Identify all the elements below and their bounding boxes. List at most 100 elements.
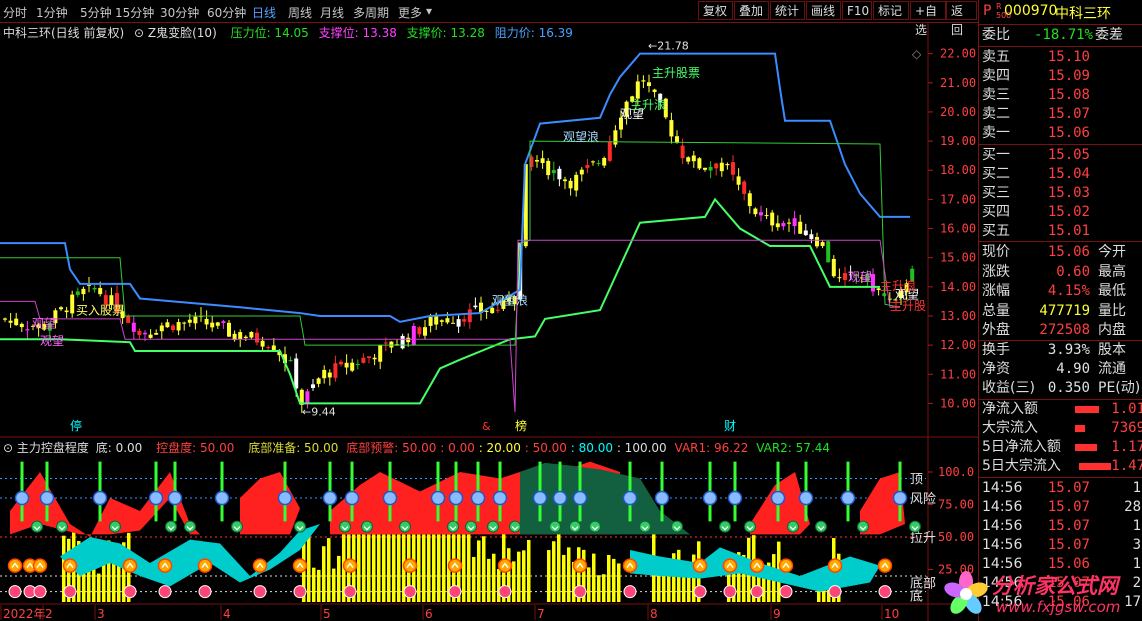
candle-body <box>215 322 220 326</box>
ask-row[interactable]: 卖三 15.08 <box>979 86 1142 105</box>
ask-row[interactable]: 卖二 15.07 <box>979 105 1142 124</box>
kline-chart[interactable]: 22.00 21.00 20.00 19.00 18.00 17.00 16.00 15.00… <box>0 22 978 621</box>
toolbar-button-1[interactable]: 叠加 <box>734 1 769 20</box>
risk-ball-icon <box>167 490 183 506</box>
signal-label: 观望浪 <box>492 292 528 307</box>
pull-ball-icon <box>909 520 921 533</box>
candle-body <box>557 168 562 180</box>
pull-ball-icon <box>589 520 601 533</box>
price-tick-label: 20.00 <box>940 105 976 119</box>
more-dropdown-icon[interactable]: ▾ <box>426 4 432 18</box>
period-tab-8[interactable]: 月线 <box>320 4 344 21</box>
bid-row[interactable]: 买一 15.05 <box>979 146 1142 165</box>
candle-body <box>613 130 618 145</box>
stat-row: 外盘 272508 内盘 <box>982 322 1126 338</box>
risk-ball-icon <box>92 490 108 506</box>
ask-row[interactable]: 卖五 15.10 <box>979 48 1142 67</box>
bottom-ball-icon <box>402 558 418 573</box>
period-tab-9[interactable]: 多周期 <box>353 4 389 21</box>
risk-ball-icon <box>277 490 293 506</box>
price-tick-label: 19.00 <box>940 134 976 148</box>
risk-ball-icon <box>148 490 164 506</box>
period-tab-7[interactable]: 周线 <box>288 4 312 21</box>
candle-body <box>182 322 187 324</box>
risk-ball-icon <box>727 490 743 506</box>
toolbar-button-2[interactable]: 统计 <box>770 1 805 20</box>
bid-row[interactable]: 买四 15.02 <box>979 203 1142 222</box>
price-tick-label: 18.00 <box>940 163 976 177</box>
candle-body <box>271 345 276 351</box>
toolbar-button-7[interactable]: 返回 <box>946 1 977 37</box>
ind-yellow-bar <box>372 534 376 602</box>
flow-row: 5日净流入额 1.17 <box>982 439 1142 455</box>
stat2-row: 净资 4.90 流通 <box>982 361 1126 377</box>
candle-body <box>747 193 752 207</box>
ind-yellow-bar <box>432 534 436 602</box>
period-tab-10[interactable]: 更多 <box>398 4 422 21</box>
toolbar-button-5[interactable]: 标记 <box>873 1 909 20</box>
ask-row[interactable]: 卖四 15.09 <box>979 67 1142 86</box>
candle-body <box>535 160 539 162</box>
period-tab-5[interactable]: 60分钟 <box>207 4 246 21</box>
ind-yellow-bar <box>617 563 621 602</box>
bid-row[interactable]: 买二 15.04 <box>979 165 1142 184</box>
low-ball-icon <box>573 585 587 599</box>
stat-row: 涨幅 4.15% 最低 <box>982 283 1126 299</box>
low-ball-icon <box>123 585 137 599</box>
candle-body <box>3 318 7 320</box>
ask-row[interactable]: 卖一 15.06 <box>979 124 1142 143</box>
signal-label: 主升浪 <box>630 97 666 112</box>
bid-row[interactable]: 买三 15.03 <box>979 184 1142 203</box>
period-tab-2[interactable]: 5分钟 <box>80 4 112 21</box>
period-tab-6[interactable]: 日线 <box>252 4 276 21</box>
bottom-ball-icon <box>7 558 23 573</box>
candle-body <box>339 361 343 365</box>
candle-body <box>126 315 131 323</box>
flow-bar <box>1075 425 1085 432</box>
site-watermark: 分析家公式网 www.fxjgsw.com <box>940 568 1140 620</box>
candle-body <box>327 372 332 378</box>
period-tab-4[interactable]: 30分钟 <box>160 4 199 21</box>
date-tick-label: 6 <box>425 607 433 621</box>
ind-yellow-bar <box>492 553 496 602</box>
period-tab-3[interactable]: 15分钟 <box>115 4 154 21</box>
bottom-ball-icon <box>722 558 738 573</box>
ind-yellow-bar <box>587 567 591 602</box>
ind-yellow-bar <box>312 567 316 602</box>
risk-ball-icon <box>14 490 30 506</box>
stat2-row: 收益(三) 0.350 PE(动) <box>982 380 1141 396</box>
pull-ball-icon <box>487 520 499 533</box>
candle-body <box>647 82 651 86</box>
candle-body <box>736 176 741 185</box>
date-tick-label: 2 <box>45 607 53 621</box>
toolbar-button-3[interactable]: 画线 <box>806 1 841 20</box>
ind-right-label: 风险 <box>910 492 936 507</box>
candle-body <box>171 325 175 331</box>
ind-yellow-bar <box>517 551 521 602</box>
candle-body <box>787 222 791 224</box>
pull-ball-icon <box>787 520 799 533</box>
period-tab-1[interactable]: 1分钟 <box>36 4 68 21</box>
ind-yellow-bar <box>602 574 606 602</box>
watermark-site: 分析家公式网 <box>992 574 1118 598</box>
ind-yellow-bar <box>512 561 516 602</box>
period-tab-0[interactable]: 分时 <box>3 4 27 21</box>
toolbar-button-6[interactable]: +自选 <box>910 1 946 37</box>
toolbar-button-0[interactable]: 复权 <box>698 1 733 20</box>
stat-row: 现价 15.06 今开 <box>982 244 1126 260</box>
event-marker: 榜 <box>515 418 527 433</box>
candle-body <box>568 180 573 189</box>
high-price-label: ←21.78 <box>648 39 689 52</box>
quote-panel: P R 500 000970 中科三环 委比 -18.71% 委差 卖五 15.… <box>978 0 1142 621</box>
candle-body <box>602 158 607 166</box>
toolbar-button-4[interactable]: F10 <box>842 1 872 20</box>
candle-body <box>781 223 786 227</box>
ind-tick-label: 100.0 <box>938 465 974 479</box>
ind-yellow-bar <box>437 534 441 602</box>
candle-body <box>64 310 69 313</box>
candle-body <box>417 327 422 335</box>
candle-body <box>8 320 13 323</box>
bid-row[interactable]: 买五 15.01 <box>979 222 1142 241</box>
candle-body <box>187 319 192 323</box>
ind-yellow-bar <box>317 569 321 602</box>
